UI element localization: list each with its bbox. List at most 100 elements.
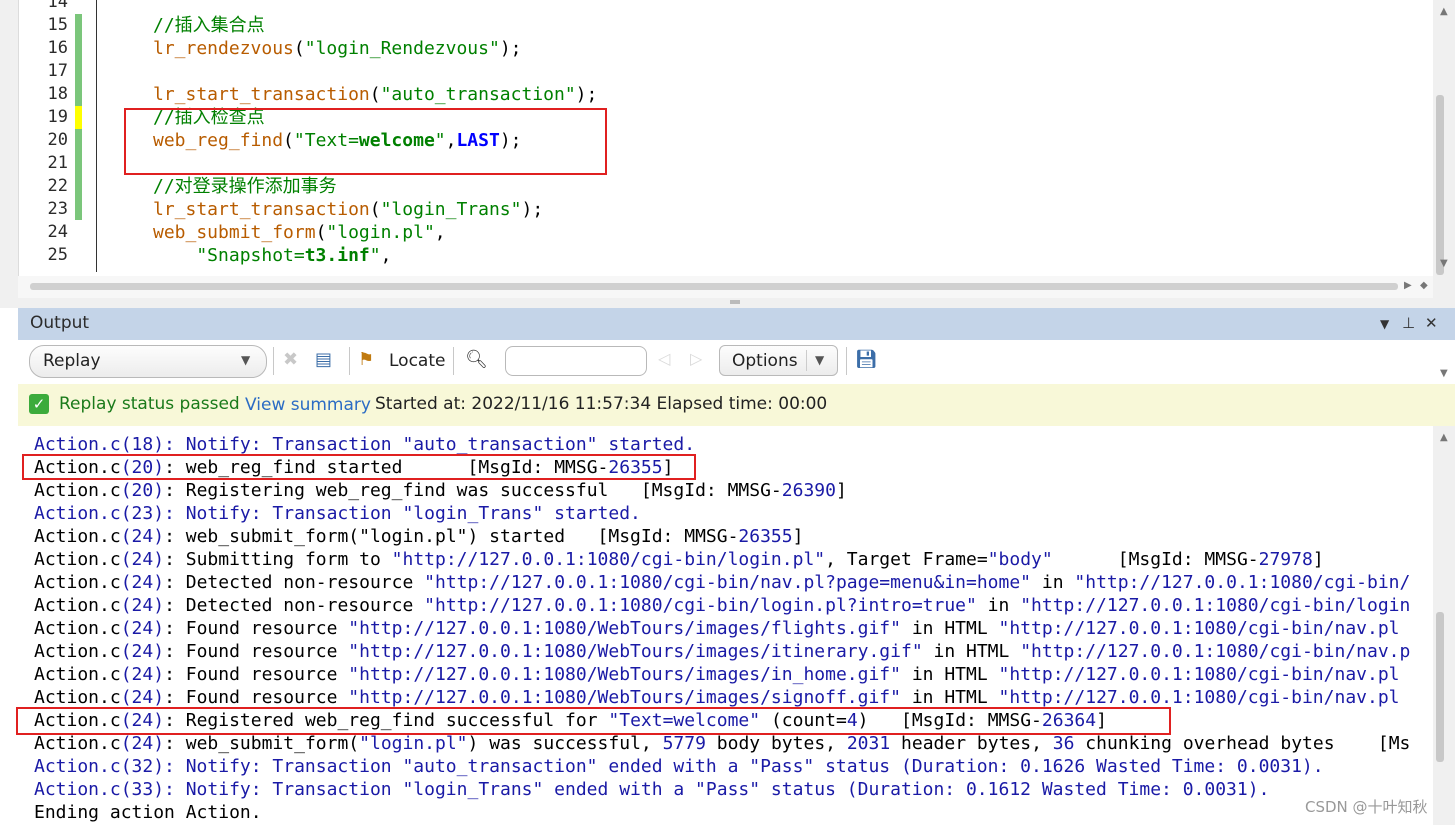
next-match-icon[interactable]: ▷ — [690, 349, 702, 368]
log-link-text[interactable]: 26355 — [738, 526, 792, 547]
log-line[interactable]: Action.c(24): Found resource "http://127… — [34, 617, 1410, 640]
panel-menu-chevron-icon[interactable]: ▼ — [1380, 317, 1389, 331]
toolbar-separator — [453, 347, 454, 375]
script-editor[interactable]: 14 15 16 17 18 19 20 21 22 23 24 25 //插入集合点 lr_rende… — [0, 0, 1455, 300]
chevron-down-icon: ▼ — [815, 353, 825, 367]
log-line[interactable]: Action.c(24): Detected non-resource "htt… — [34, 594, 1410, 617]
log-line[interactable]: Action.c(24): Found resource "http://127… — [34, 640, 1410, 663]
scroll-right-arrow-icon[interactable]: ▶ — [1404, 280, 1412, 291]
editor-horizontal-scroll-thumb[interactable] — [30, 283, 1398, 290]
splitter-grip[interactable] — [730, 300, 740, 304]
scroll-up-arrow-icon[interactable]: ▲ — [1440, 6, 1448, 17]
log-link-text[interactable]: "login.pl" — [359, 733, 467, 754]
toolbar-scroll-down-icon[interactable]: ▼ — [1440, 368, 1448, 379]
log-link-text[interactable]: "http://127.0.0.1:1080/cgi-bin/login.pl" — [392, 549, 825, 570]
log-link-text[interactable]: "http://127.0.0.1:1080/cgi-bin/nav.pl — [999, 687, 1400, 708]
log-text: chunking overhead bytes [Ms — [1074, 733, 1411, 754]
log-line[interactable]: Action.c(18): Notify: Transaction "auto_… — [34, 433, 1410, 456]
log-line[interactable]: Action.c(24): web_submit_form("login.pl"… — [34, 525, 1410, 548]
code-line[interactable]: lr_rendezvous("login_Rendezvous"); — [153, 37, 597, 60]
log-text: , Target Frame= — [825, 549, 988, 570]
editor-vertical-scroll-thumb[interactable] — [1436, 95, 1444, 275]
code-line[interactable] — [153, 60, 597, 83]
panel-splitter[interactable] — [0, 298, 1455, 308]
log-link-text[interactable]: "http://127.0.0.1:1080/cgi-bin/login — [1020, 595, 1410, 616]
log-link-text[interactable]: (24) — [121, 733, 164, 754]
log-link-text[interactable]: "body" — [988, 549, 1053, 570]
log-line[interactable]: Action.c(33): Notify: Transaction "login… — [34, 778, 1410, 801]
log-link-text[interactable]: (24) — [121, 549, 164, 570]
log-line[interactable]: Ending action Action. — [34, 801, 1410, 824]
log-line[interactable]: Action.c(23): Notify: Transaction "login… — [34, 502, 1410, 525]
log-text: Action.c — [34, 641, 121, 662]
code-line[interactable]: lr_start_transaction("auto_transaction")… — [153, 83, 597, 106]
code-token: "login_Rendezvous" — [304, 38, 500, 59]
log-link-text[interactable]: 5779 — [663, 733, 706, 754]
log-link-text[interactable]: 2031 — [847, 733, 890, 754]
code-token: web_submit_form — [153, 222, 316, 243]
log-link-text[interactable]: "http://127.0.0.1:1080/cgi-bin/nav.pl — [999, 664, 1400, 685]
replay-log[interactable]: Action.c(18): Notify: Transaction "auto_… — [18, 426, 1433, 825]
code-line[interactable]: lr_start_transaction("login_Trans"); — [153, 198, 597, 221]
previous-match-icon[interactable]: ◁ — [658, 349, 670, 368]
log-link-text[interactable]: (24) — [121, 641, 164, 662]
log-vertical-scroll-thumb[interactable] — [1436, 612, 1444, 762]
log-link-text[interactable]: "http://127.0.0.1:1080/cgi-bin/ — [1074, 572, 1410, 593]
highlight-box-reg-find-success — [16, 707, 1171, 735]
locate-button[interactable]: Locate — [389, 351, 445, 371]
log-text: in — [976, 595, 1021, 616]
log-link-text[interactable]: (24) — [121, 687, 164, 708]
log-link-text[interactable]: 27978 — [1259, 549, 1313, 570]
log-line[interactable]: Action.c(24): Submitting form to "http:/… — [34, 548, 1410, 571]
options-divider — [806, 350, 807, 371]
log-link-text[interactable]: (24) — [121, 664, 164, 685]
save-icon[interactable]: 💾︎ — [855, 349, 878, 370]
log-link-text[interactable]: "http://127.0.0.1:1080/cgi-bin/nav.p — [1020, 641, 1410, 662]
log-link-text[interactable]: "http://127.0.0.1:1080/WebTours/images/s… — [348, 687, 901, 708]
log-link-text[interactable]: "http://127.0.0.1:1080/WebTours/images/i… — [348, 664, 901, 685]
log-link-text[interactable]: (24) — [121, 572, 164, 593]
log-line[interactable]: Action.c(24): Found resource "http://127… — [34, 663, 1410, 686]
code-token: lr_rendezvous — [153, 38, 294, 59]
log-link-text[interactable]: "http://127.0.0.1:1080/cgi-bin/nav.pl — [999, 618, 1400, 639]
log-link-text[interactable]: "http://127.0.0.1:1080/cgi-bin/nav.pl?pa… — [424, 572, 1031, 593]
log-link-text[interactable]: 36 — [1053, 733, 1075, 754]
code-line[interactable]: //对登录操作添加事务 — [153, 175, 597, 198]
code-line[interactable] — [153, 0, 597, 14]
clear-icon[interactable]: ✖ — [283, 349, 298, 370]
log-line[interactable]: Action.c(24): Found resource "http://127… — [34, 686, 1410, 709]
line-number: 14 — [47, 0, 68, 12]
editor-left-gutter — [0, 0, 19, 300]
view-summary-link[interactable]: View summary — [245, 395, 371, 415]
code-line[interactable]: //插入集合点 — [153, 14, 597, 37]
log-line[interactable]: Action.c(20): Registering web_reg_find w… — [34, 479, 1410, 502]
log-link-text[interactable]: (20) — [121, 480, 164, 501]
code-line[interactable]: "Snapshot=t3.inf", — [153, 244, 597, 267]
log-line[interactable]: Action.c(24): Detected non-resource "htt… — [34, 571, 1410, 594]
search-input[interactable] — [505, 346, 647, 376]
log-link-text[interactable]: 26390 — [782, 480, 836, 501]
code-token: "Snapshot= — [153, 245, 305, 266]
log-link-text[interactable]: "http://127.0.0.1:1080/WebTours/images/f… — [348, 618, 901, 639]
log-text: : Submitting form to — [164, 549, 392, 570]
scroll-down-arrow-icon[interactable]: ▼ — [1440, 258, 1448, 269]
log-link-text[interactable]: (24) — [121, 595, 164, 616]
line-number: 15 — [47, 15, 68, 35]
pin-icon[interactable]: ⊥ — [1402, 314, 1415, 332]
log-link-text[interactable]: (24) — [121, 618, 164, 639]
log-link-text[interactable]: "http://127.0.0.1:1080/WebTours/images/i… — [348, 641, 922, 662]
log-text: Action.c — [34, 733, 121, 754]
code-line[interactable]: web_submit_form("login.pl", — [153, 221, 597, 244]
split-arrow-icon[interactable]: ◆ — [1420, 280, 1428, 291]
log-text: Action.c — [34, 549, 121, 570]
scroll-up-arrow-icon[interactable]: ▲ — [1440, 432, 1448, 443]
log-link-text[interactable]: "http://127.0.0.1:1080/cgi-bin/login.pl?… — [424, 595, 977, 616]
log-link-text[interactable]: (24) — [121, 526, 164, 547]
search-icon[interactable]: 🔍︎ — [465, 349, 488, 370]
locate-flag-icon[interactable]: ⚑ — [358, 349, 374, 370]
log-view-icon[interactable]: ▤ — [315, 349, 332, 370]
log-line[interactable]: Action.c(24): web_submit_form("login.pl"… — [34, 732, 1410, 755]
close-icon[interactable]: ✕ — [1425, 314, 1438, 332]
log-line[interactable]: Action.c(32): Notify: Transaction "auto_… — [34, 755, 1410, 778]
log-text: Action.c(18): Notify: Transaction "auto_… — [34, 434, 696, 455]
